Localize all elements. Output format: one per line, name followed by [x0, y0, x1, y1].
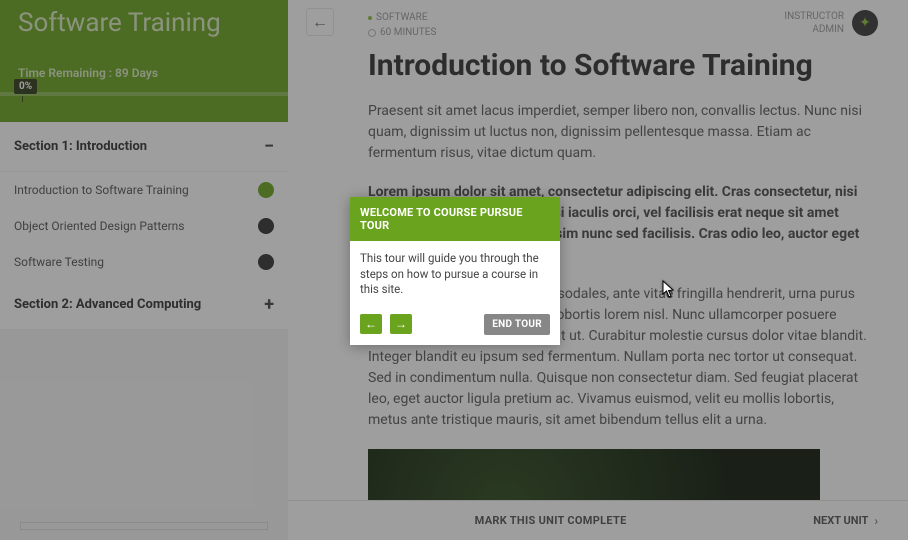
tour-actions: ← → END TOUR — [350, 308, 560, 345]
tour-next-button[interactable]: → — [390, 314, 412, 334]
tour-prev-button[interactable]: ← — [360, 314, 382, 334]
tour-end-button[interactable]: END TOUR — [484, 314, 550, 335]
tour-body: This tour will guide you through the ste… — [350, 241, 560, 308]
tour-popover: WELCOME TO COURSE PURSUE TOUR This tour … — [350, 197, 560, 345]
arrow-left-icon: ← — [365, 317, 377, 331]
tour-title: WELCOME TO COURSE PURSUE TOUR — [350, 197, 560, 241]
arrow-right-icon: → — [395, 317, 407, 331]
mouse-cursor-icon — [662, 280, 676, 298]
